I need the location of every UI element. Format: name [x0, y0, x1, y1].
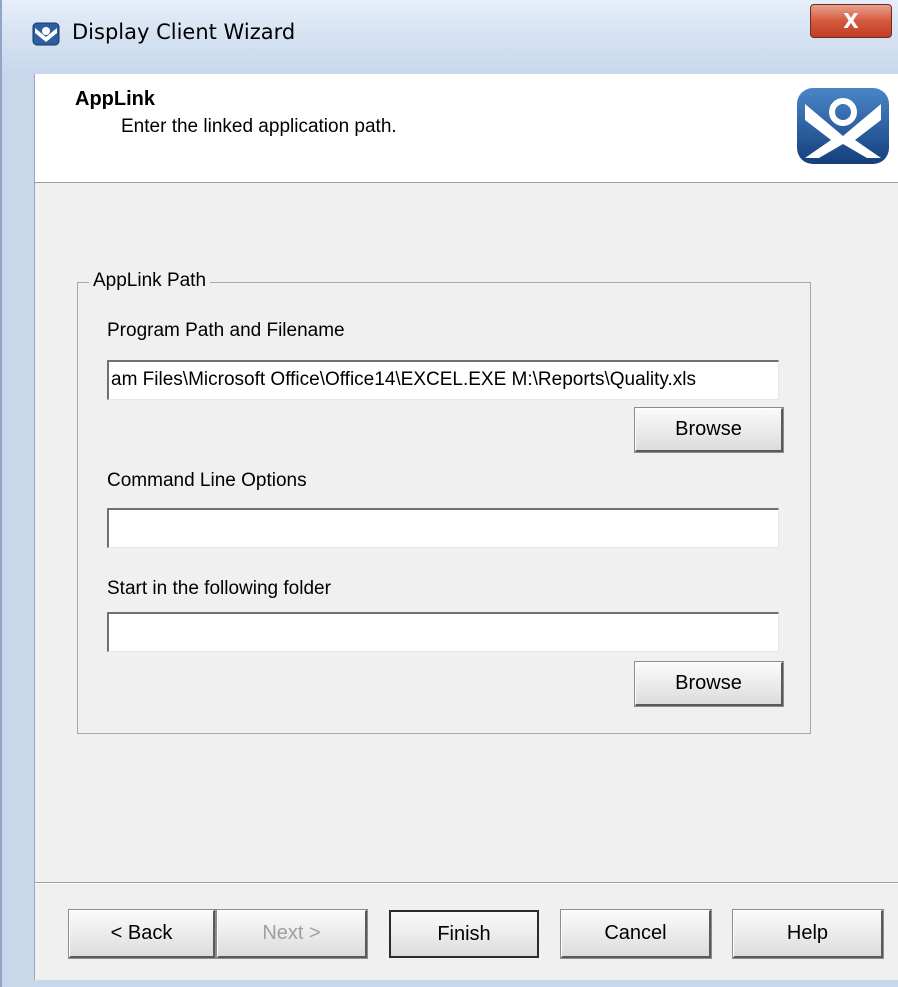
back-button[interactable]: < Back — [69, 910, 215, 958]
wizard-header: AppLink Enter the linked application pat… — [35, 74, 898, 183]
browse-folder-button[interactable]: Browse — [635, 662, 783, 706]
wizard-window: Display Client Wizard X AppLink Enter th… — [0, 0, 898, 987]
program-path-label: Program Path and Filename — [107, 320, 345, 341]
close-button[interactable]: X — [810, 4, 892, 38]
start-folder-field[interactable] — [107, 612, 779, 652]
wizard-app-icon — [32, 22, 60, 46]
finish-button[interactable]: Finish — [389, 910, 539, 958]
close-icon: X — [843, 9, 859, 33]
group-label: AppLink Path — [89, 270, 211, 292]
page-subtitle: Enter the linked application path. — [121, 116, 397, 137]
footer-separator — [35, 882, 898, 884]
command-line-label: Command Line Options — [107, 470, 307, 491]
applink-logo — [795, 86, 891, 166]
browse-program-button[interactable]: Browse — [635, 408, 783, 452]
start-folder-label: Start in the following folder — [107, 578, 331, 599]
dialog-client-area: AppLink Enter the linked application pat… — [34, 74, 898, 980]
program-path-field[interactable]: am Files\Microsoft Office\Office14\EXCEL… — [107, 360, 779, 400]
command-line-field[interactable] — [107, 508, 779, 548]
cancel-button[interactable]: Cancel — [561, 910, 711, 958]
title-bar: Display Client Wizard X — [2, 0, 898, 74]
page-title: AppLink — [75, 88, 155, 110]
next-button[interactable]: Next > — [217, 910, 367, 958]
help-button[interactable]: Help — [733, 910, 883, 958]
window-title: Display Client Wizard — [72, 20, 296, 44]
